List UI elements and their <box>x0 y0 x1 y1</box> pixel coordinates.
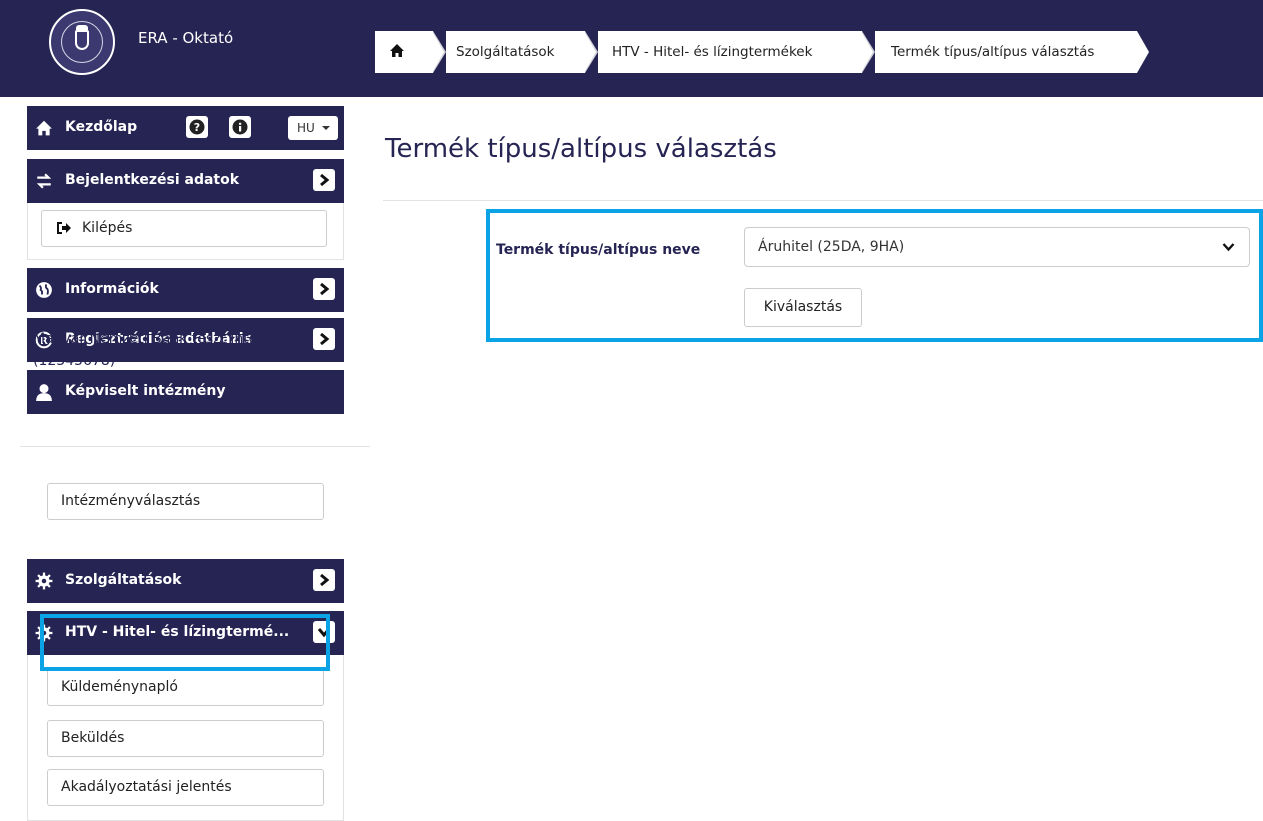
sidebar-item-represented: Képviselt intézmény <box>27 370 344 414</box>
select-button[interactable]: Kiválasztás <box>744 288 862 327</box>
info-icon <box>232 119 248 135</box>
sidebar-item-login-data[interactable]: Bejelentkezési adatok <box>27 159 344 203</box>
info-button[interactable] <box>229 116 251 138</box>
expand-button[interactable] <box>313 169 335 191</box>
globe-icon <box>36 282 52 298</box>
institution-name: Magyar Nemzeti Bank teszt intézménye (12… <box>33 331 313 369</box>
breadcrumb-item-services[interactable]: Szolgáltatások <box>446 31 585 73</box>
sidebar-item-info[interactable]: Információk <box>27 268 344 312</box>
sidebar-item-label: Szolgáltatások <box>65 572 182 588</box>
language-dropdown[interactable]: HU <box>288 116 338 140</box>
title-divider <box>383 200 1263 201</box>
sidebar-item-label: Információk <box>65 281 159 297</box>
divider <box>20 446 370 447</box>
caret-down-icon <box>322 126 330 130</box>
breadcrumb-item-htv[interactable]: HTV - Hitel- és lízingtermékek <box>598 31 862 73</box>
breadcrumb-item-current: Termék típus/altípus választás <box>875 31 1137 73</box>
sidebar-subitem-shipment-log[interactable]: Küldeménynapló <box>47 669 324 706</box>
breadcrumb-home[interactable] <box>375 31 433 73</box>
product-type-label: Termék típus/altípus neve <box>496 242 701 258</box>
page-title: Termék típus/altípus választás <box>385 134 777 164</box>
mnb-logo <box>49 9 115 75</box>
sidebar-item-services[interactable]: Szolgáltatások <box>27 559 344 603</box>
svg-text:?: ? <box>194 121 200 134</box>
sidebar-item-home[interactable]: Kezdőlap ? HU <box>27 106 344 150</box>
app-title: ERA - Oktató <box>138 29 234 47</box>
sidebar-item-label: Kezdőlap <box>65 119 138 135</box>
home-icon <box>390 44 404 57</box>
highlight-frame-submit <box>40 614 330 671</box>
chevron-right-icon <box>320 573 330 587</box>
expand-button[interactable] <box>313 278 335 300</box>
sidebar-item-label: Képviselt intézmény <box>65 383 226 399</box>
chevron-down-icon <box>1222 243 1235 252</box>
institution-select-button[interactable]: Intézményválasztás <box>47 483 324 520</box>
logout-label: Kilépés <box>82 220 133 236</box>
sidebar-subitem-obstruction-report[interactable]: Akadályoztatási jelentés <box>47 769 324 806</box>
product-type-value: Áruhitel (25DA, 9HA) <box>758 239 905 255</box>
sign-out-icon <box>57 222 71 234</box>
help-button[interactable]: ? <box>186 116 208 138</box>
sidebar-item-label: Bejelentkezési adatok <box>65 172 240 188</box>
sidebar-subitem-submit[interactable]: Beküldés <box>47 720 324 757</box>
exchange-icon <box>36 173 52 189</box>
chevron-right-icon <box>320 173 330 187</box>
chevron-right-icon <box>320 282 330 296</box>
expand-button[interactable] <box>313 569 335 591</box>
language-value: HU <box>297 121 315 135</box>
logout-button[interactable]: Kilépés <box>41 210 327 247</box>
home-icon <box>36 120 52 136</box>
question-icon: ? <box>189 119 205 135</box>
user-icon <box>36 384 52 401</box>
product-type-select[interactable]: Áruhitel (25DA, 9HA) <box>744 227 1250 267</box>
gear-icon <box>35 572 53 590</box>
top-header: ERA - Oktató Szolgáltatások HTV - Hitel-… <box>0 0 1263 97</box>
